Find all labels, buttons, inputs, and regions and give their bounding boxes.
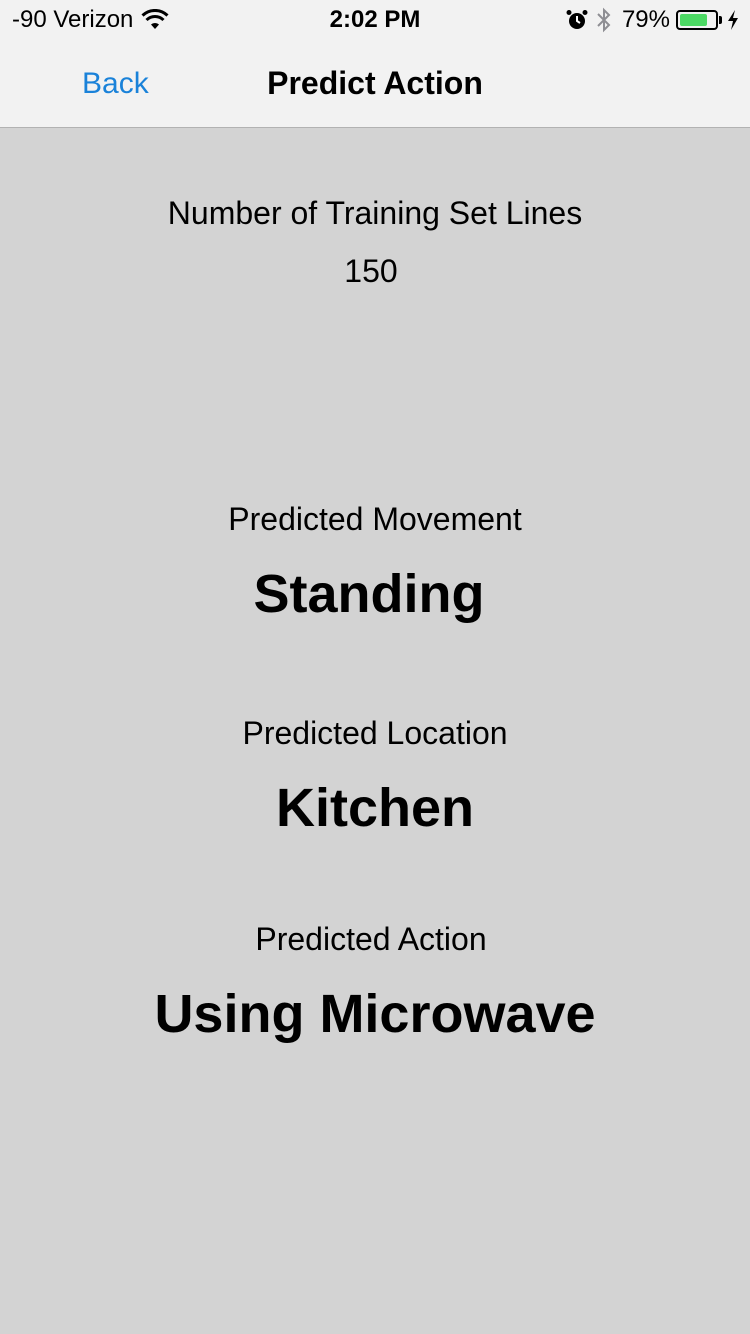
- page-title: Predict Action: [267, 65, 483, 101]
- battery-icon: [676, 10, 718, 30]
- battery-percent: 79%: [621, 6, 670, 33]
- alarm-icon: [566, 9, 588, 31]
- charging-bolt-icon: [726, 9, 740, 31]
- status-bar: -90 Verizon 2:02 PM 79%: [0, 0, 750, 40]
- status-right: 79%: [566, 6, 740, 34]
- location-value: Kitchen: [275, 778, 475, 838]
- training-lines-value: 150: [344, 253, 398, 289]
- navigation-bar: Back Predict Action: [0, 40, 750, 128]
- location-label: Predicted Location: [242, 715, 508, 751]
- training-lines-label: Number of Training Set Lines: [167, 195, 583, 231]
- bluetooth-icon: [596, 7, 612, 33]
- action-label: Predicted Action: [255, 921, 487, 957]
- action-value: Using Microwave: [154, 984, 596, 1044]
- movement-label: Predicted Movement: [228, 501, 522, 537]
- battery-fill: [680, 14, 707, 26]
- prediction-content: Number of Training Set Lines 150 Predict…: [0, 128, 750, 1334]
- movement-value: Standing: [253, 564, 485, 624]
- battery-tip: [719, 16, 722, 24]
